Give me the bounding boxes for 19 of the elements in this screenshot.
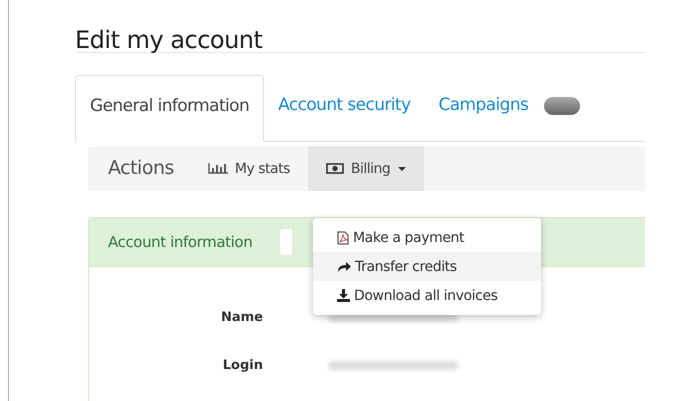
- menu-item[interactable]: Download all invoices: [313, 281, 541, 310]
- caret-icon: [398, 166, 406, 170]
- panel-title: Account information: [108, 233, 252, 251]
- actions-label: Actions: [107, 156, 175, 181]
- download-icon: [337, 289, 350, 302]
- tab[interactable]: Campaigns: [424, 75, 542, 141]
- tab[interactable]: General information: [75, 75, 264, 142]
- toggle-switch[interactable]: [544, 97, 580, 115]
- pdf-file-icon: [337, 230, 349, 244]
- stats-link[interactable]: My stats: [190, 146, 308, 191]
- menu-item[interactable]: Transfer credits: [313, 252, 541, 281]
- bar-chart-icon: [208, 163, 228, 174]
- menu-item[interactable]: Make a payment: [313, 223, 541, 252]
- banknote-icon: [326, 163, 344, 174]
- field-label: Name: [220, 310, 263, 324]
- field-label: Login: [222, 358, 263, 372]
- curved-arrow-icon: [337, 260, 351, 272]
- billing-dropdown-button[interactable]: Billing: [308, 146, 424, 191]
- tab[interactable]: Account security: [264, 75, 424, 141]
